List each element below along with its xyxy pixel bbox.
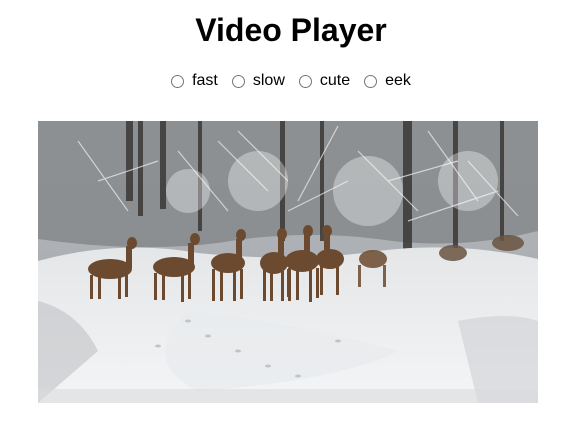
slow-label[interactable]: slow: [253, 71, 285, 91]
option-fast: fast: [171, 71, 218, 91]
eek-label[interactable]: eek: [385, 71, 411, 91]
video-frame[interactable]: [38, 121, 538, 403]
video-player-page: Video Player fast slow cute eek: [0, 0, 582, 435]
page-title: Video Player: [195, 12, 387, 48]
fast-label[interactable]: fast: [192, 71, 218, 91]
slow-radio[interactable]: [231, 74, 245, 88]
option-slow: slow: [231, 71, 285, 91]
cute-radio[interactable]: [298, 74, 312, 88]
video-scene-image: [38, 121, 538, 403]
option-cute: cute: [298, 71, 350, 91]
cute-label[interactable]: cute: [320, 71, 350, 91]
playback-options-group: fast slow cute eek: [0, 71, 582, 91]
eek-radio[interactable]: [364, 74, 378, 88]
fast-radio[interactable]: [171, 74, 185, 88]
option-eek: eek: [364, 71, 411, 91]
